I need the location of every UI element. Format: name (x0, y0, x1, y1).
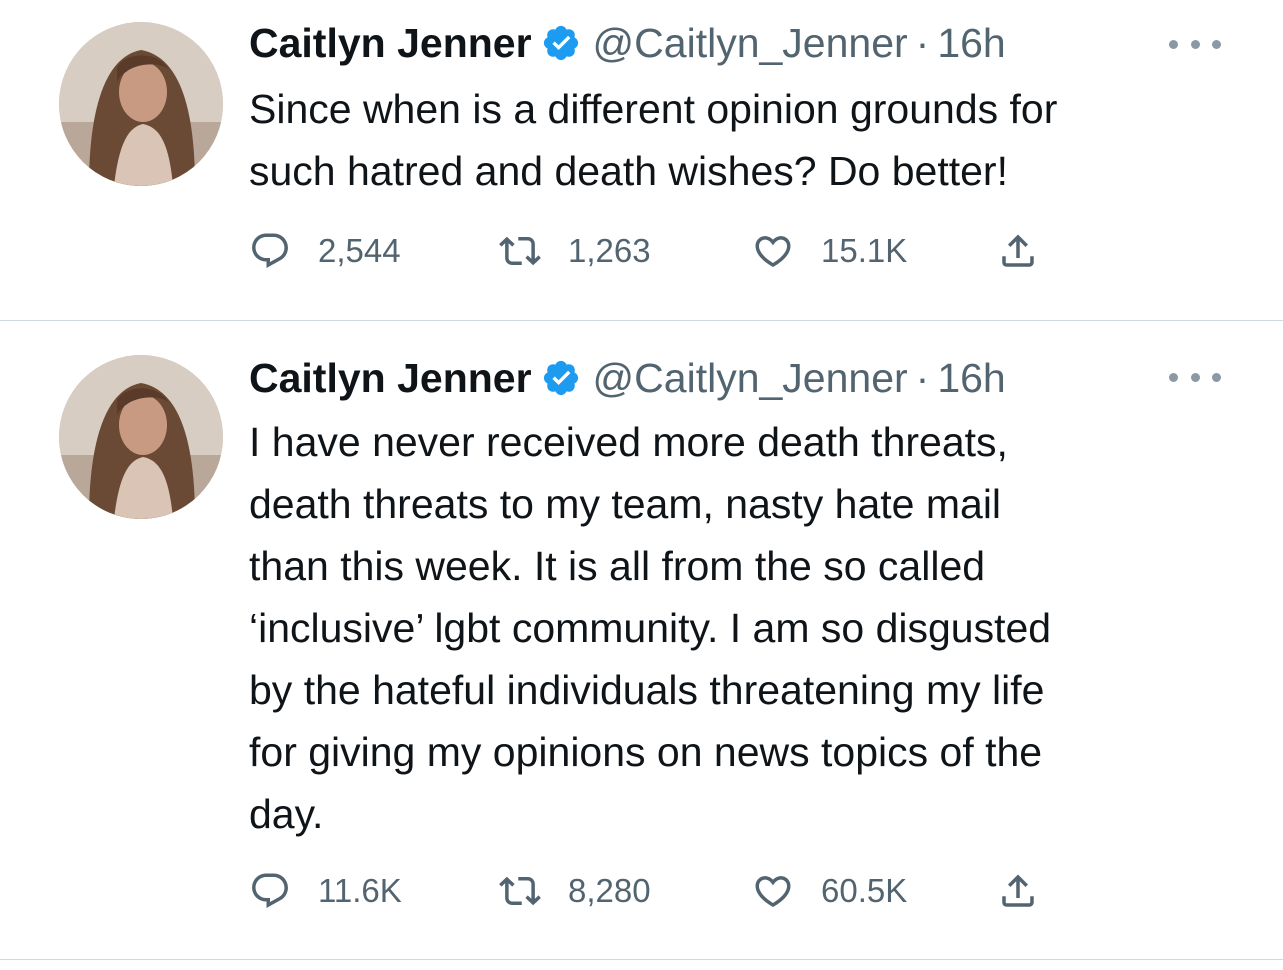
separator-dot: · (915, 354, 930, 401)
tweet-header: Caitlyn Jenner @Caitlyn_Jenner · 16h (249, 353, 1006, 403)
retweet-count: 8,280 (568, 872, 651, 909)
reply-button[interactable]: 11.6K (249, 866, 402, 916)
reply-button[interactable]: 2,544 (249, 226, 401, 276)
avatar-image (59, 22, 223, 186)
like-icon (755, 876, 791, 908)
author-name[interactable]: Caitlyn Jenner (249, 355, 532, 402)
tweet-actions: 11.6K 8,280 60.5K (249, 866, 1069, 916)
retweet-button[interactable]: 8,280 (499, 866, 651, 916)
retweet-button[interactable]: 1,263 (499, 226, 651, 276)
more-icon[interactable] (1169, 367, 1221, 387)
retweet-icon (499, 236, 541, 266)
author-handle[interactable]: @Caitlyn_Jenner (593, 355, 908, 402)
avatar[interactable] (59, 355, 223, 519)
share-icon (1002, 234, 1034, 267)
avatar-image (59, 355, 223, 519)
tweet[interactable]: Caitlyn Jenner @Caitlyn_Jenner · 16h I h… (0, 321, 1283, 960)
reply-icon (252, 233, 288, 268)
reply-count: 11.6K (318, 872, 402, 909)
avatar[interactable] (59, 22, 223, 186)
retweet-icon (499, 876, 541, 906)
share-button[interactable] (997, 226, 1039, 276)
like-button[interactable]: 15.1K (752, 226, 907, 276)
share-button[interactable] (997, 866, 1039, 916)
tweet-actions: 2,544 1,263 15.1K (249, 226, 1069, 276)
timestamp[interactable]: 16h (937, 20, 1005, 67)
tweet-text: Since when is a different opinion ground… (249, 86, 1058, 194)
like-icon (755, 236, 791, 268)
reply-icon (252, 873, 288, 908)
like-count: 60.5K (821, 872, 908, 909)
more-icon[interactable] (1169, 34, 1221, 54)
author-handle[interactable]: @Caitlyn_Jenner (593, 20, 908, 67)
like-count: 15.1K (821, 232, 908, 269)
timestamp[interactable]: 16h (937, 355, 1005, 402)
tweet-text: I have never received more death threats… (249, 419, 1052, 837)
verified-badge-icon (541, 23, 581, 63)
tweet-header: Caitlyn Jenner @Caitlyn_Jenner · 16h (249, 18, 1006, 68)
retweet-count: 1,263 (568, 232, 651, 269)
author-name[interactable]: Caitlyn Jenner (249, 20, 532, 67)
verified-badge-icon (541, 358, 581, 398)
share-icon (1002, 874, 1034, 907)
reply-count: 2,544 (318, 232, 401, 269)
separator-dot: · (915, 19, 930, 66)
like-button[interactable]: 60.5K (752, 866, 907, 916)
tweet[interactable]: Caitlyn Jenner @Caitlyn_Jenner · 16h Sin… (0, 0, 1283, 321)
